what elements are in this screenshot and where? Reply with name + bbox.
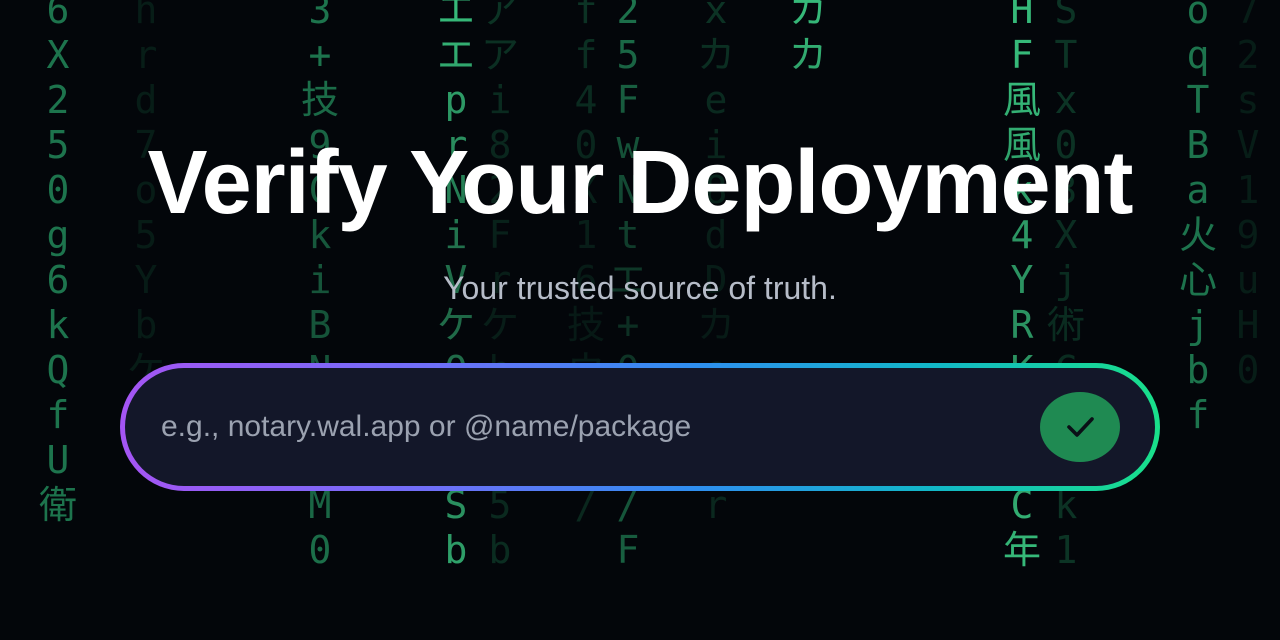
search-bar-inner [125,368,1155,486]
hero-section: 6 X 2 5 0 g 6 k Q f U 衛 h r d 7 o 5 Y b … [0,0,1280,640]
verify-submit-button[interactable] [1040,392,1120,462]
page-subtitle: Your trusted source of truth. [443,270,837,306]
page-title: Verify Your Deployment [147,133,1134,233]
check-icon [1062,409,1098,445]
search-bar [120,363,1160,491]
center-vignette [0,0,1280,640]
search-input[interactable] [161,368,1021,486]
